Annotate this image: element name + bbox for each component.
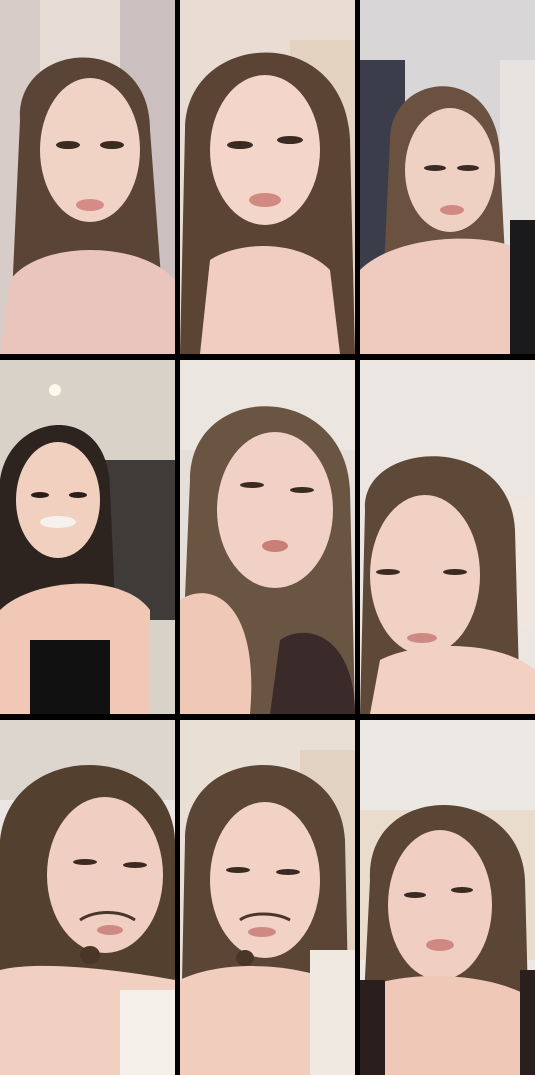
portrait-6: [360, 360, 535, 714]
video-tile-8[interactable]: [180, 720, 355, 1075]
portrait-9: [360, 720, 535, 1075]
video-grid: [0, 0, 535, 1075]
portrait-1: [0, 0, 175, 354]
video-tile-1[interactable]: [0, 0, 175, 354]
portrait-7: [0, 720, 175, 1075]
portrait-3: [360, 0, 535, 354]
video-tile-7[interactable]: [0, 720, 175, 1075]
portrait-8: [180, 720, 355, 1075]
video-tile-2[interactable]: [180, 0, 355, 354]
portrait-2: [180, 0, 355, 354]
video-tile-4[interactable]: [0, 360, 175, 714]
video-tile-9[interactable]: [360, 720, 535, 1075]
portrait-5: [180, 360, 355, 714]
video-tile-3[interactable]: [360, 0, 535, 354]
portrait-4: [0, 360, 175, 714]
video-tile-6[interactable]: [360, 360, 535, 714]
video-tile-5[interactable]: [180, 360, 355, 714]
